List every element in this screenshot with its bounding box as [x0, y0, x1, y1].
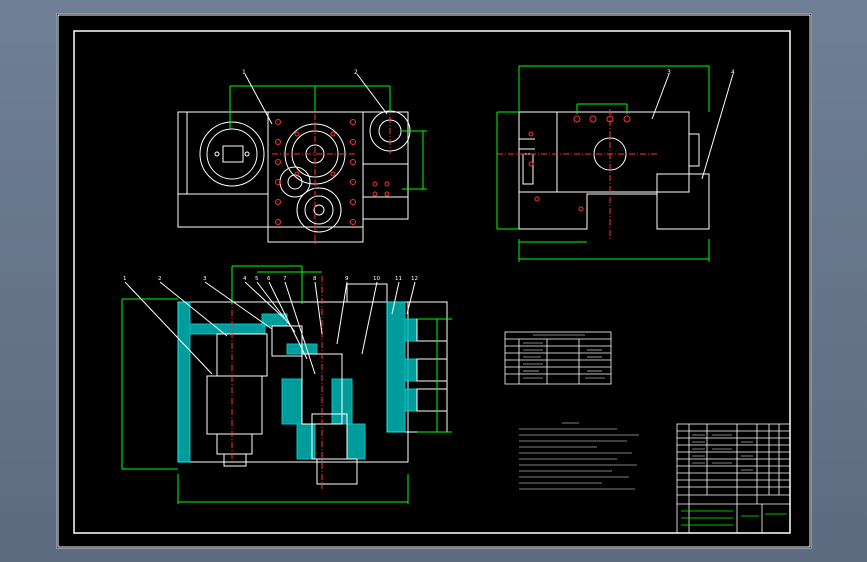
section-balloon-3: 3 — [203, 276, 207, 282]
side-view-right — [496, 65, 734, 262]
technical-notes — [519, 422, 639, 490]
section-balloon-2: 2 — [158, 276, 162, 282]
balloon-3: 3 — [667, 69, 671, 76]
section-balloon-1: 1 — [123, 276, 127, 282]
section-view — [121, 265, 452, 504]
section-balloon-12: 12 — [411, 276, 418, 282]
top-view-left — [177, 73, 427, 244]
cad-viewport[interactable]: 1 2 3 4 1 2 3 4 5 6 7 8 9 10 11 12 — [57, 14, 811, 548]
parameter-table — [504, 331, 612, 385]
title-block — [676, 423, 791, 534]
balloon-4: 4 — [731, 69, 735, 76]
section-balloon-7: 7 — [283, 276, 287, 282]
balloon-1: 1 — [242, 69, 246, 76]
section-balloon-4: 4 — [243, 276, 247, 282]
section-balloon-5: 5 — [255, 276, 259, 282]
assembly-drawing: 1 2 3 4 1 2 3 4 5 6 7 8 9 10 11 12 — [57, 14, 811, 548]
balloon-2: 2 — [354, 69, 358, 76]
section-balloon-8: 8 — [313, 276, 317, 282]
outer-frame — [57, 14, 811, 548]
section-balloon-9: 9 — [345, 276, 349, 282]
section-balloon-10: 10 — [373, 276, 380, 282]
section-balloon-11: 11 — [395, 276, 402, 282]
section-balloon-6: 6 — [267, 276, 271, 282]
